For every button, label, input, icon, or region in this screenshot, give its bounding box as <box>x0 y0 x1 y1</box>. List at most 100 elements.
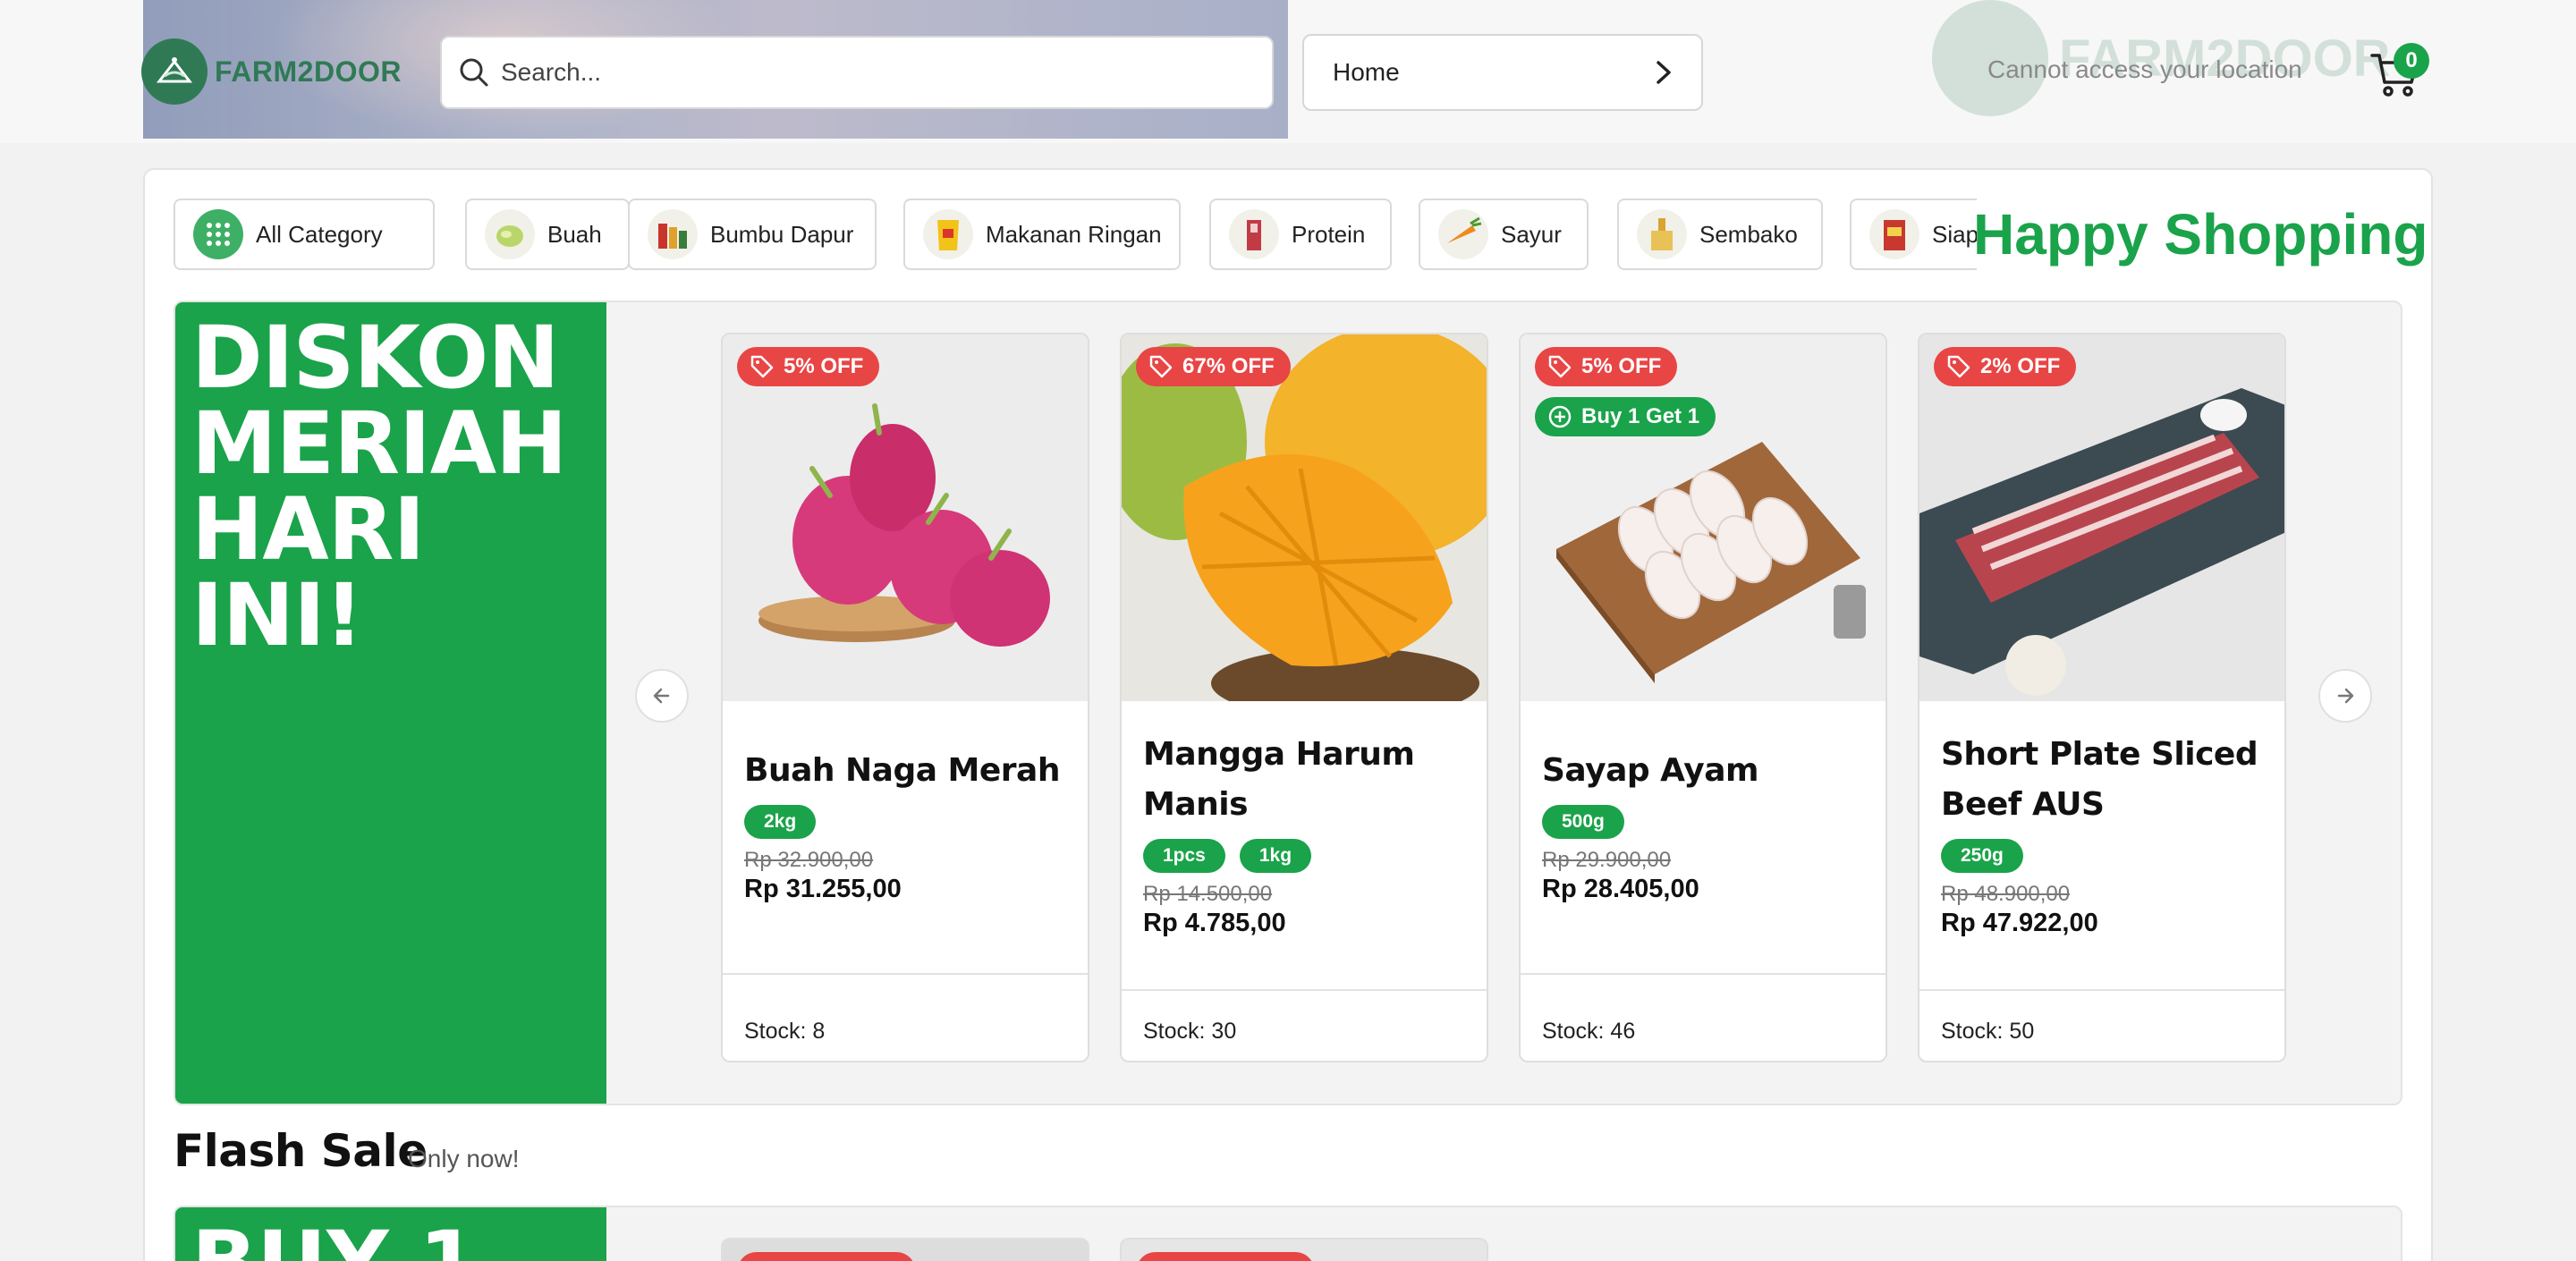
category-sembako[interactable]: Sembako <box>1617 199 1823 270</box>
card-divider <box>723 973 1088 975</box>
sale-price: Rp 31.255,00 <box>744 875 902 903</box>
discount-badge: 5% OFF <box>1535 347 1678 386</box>
arrow-left-icon <box>653 688 670 704</box>
product-name: Sayap Ayam <box>1542 752 1759 789</box>
meat-icon <box>1229 209 1279 259</box>
sale-price: Rp 47.922,00 <box>1941 909 2098 937</box>
chevron-right-icon <box>1657 61 1671 84</box>
staples-icon <box>1637 209 1687 259</box>
discount-badge: 67% OFF <box>1136 347 1291 386</box>
category-label: Makanan Ringan <box>986 220 1162 248</box>
plus-circle-icon <box>1548 405 1572 428</box>
arrow-right-icon <box>2337 688 2354 704</box>
category-label: Bumbu Dapur <box>710 220 854 248</box>
farm-logo-icon <box>141 38 208 105</box>
flash-sale-section: BUY 1 <box>174 1206 2402 1261</box>
search-bar[interactable] <box>440 36 1274 109</box>
discount-text: 5% OFF <box>784 354 864 378</box>
category-makanan-ringan[interactable]: Makanan Ringan <box>903 199 1181 270</box>
product-card[interactable] <box>1120 1238 1488 1261</box>
product-info: Sayap Ayam 500g Rp 29.900,00 Rp 28.405,0… <box>1542 746 1873 904</box>
tag-icon <box>750 355 774 378</box>
happy-shopping-text: Happy Shopping <box>1973 202 2428 267</box>
logo-text: FARM2DOOR <box>215 55 402 88</box>
tag-icon <box>1149 355 1173 378</box>
promo-title-line: HARI INI! <box>191 479 425 665</box>
carousel-next-button[interactable] <box>2318 669 2372 723</box>
category-bumbu-dapur[interactable]: Bumbu Dapur <box>628 199 877 270</box>
promo-banner: DISKON MERIAH HARI INI! <box>175 302 606 1104</box>
brand-logo[interactable]: FARM2DOOR <box>141 36 402 107</box>
category-label: Protein <box>1292 220 1366 248</box>
product-info: Short Plate Sliced Beef AUS 250g Rp 48.9… <box>1941 730 2272 938</box>
discount-text: 2% OFF <box>1980 354 2061 378</box>
discount-text: 67% OFF <box>1182 354 1275 378</box>
variant-tag[interactable]: 1kg <box>1239 839 1312 873</box>
category-label: Sembako <box>1699 220 1798 248</box>
category-sayur[interactable]: Sayur <box>1419 199 1589 270</box>
product-card[interactable]: 2% OFF Short Plate Sliced Beef AUS 250g … <box>1918 333 2286 1062</box>
cart-count-badge: 0 <box>2394 43 2429 79</box>
variant-tag[interactable]: 2kg <box>744 805 817 839</box>
chicken-wings-image <box>1521 334 1885 701</box>
card-divider <box>1122 989 1487 991</box>
category-bar: All Category Buah Bumbu Dapur Makanan Ri… <box>174 199 1977 272</box>
category-protein[interactable]: Protein <box>1209 199 1392 270</box>
original-price: Rp 14.500,00 <box>1143 882 1273 906</box>
promo-title: DISKON MERIAH HARI INI! <box>191 315 603 658</box>
category-label: All Category <box>256 220 383 248</box>
original-price: Rp 32.900,00 <box>744 848 874 872</box>
tag-icon <box>1947 355 1970 378</box>
product-name: Buah Naga Merah <box>744 752 1060 789</box>
product-card[interactable]: 5% OFF Buy 1 Get 1 Sayap Ayam 500g Rp 29… <box>1519 333 1887 1062</box>
discount-badge: 2% OFF <box>1934 347 2077 386</box>
product-card[interactable] <box>721 1238 1089 1261</box>
sale-price: Rp 28.405,00 <box>1542 875 1699 903</box>
original-price: Rp 29.900,00 <box>1542 848 1672 872</box>
flash-sale-heading: BUY 1 <box>191 1220 479 1261</box>
spice-bottles-icon <box>648 209 698 259</box>
category-buah[interactable]: Buah <box>465 199 630 270</box>
stock-text: Stock: 8 <box>744 1019 826 1044</box>
location-select-value: Home <box>1333 58 1400 86</box>
product-card[interactable]: 5% OFF Buah Naga Merah 2kg Rp 32.900,00 … <box>721 333 1089 1062</box>
product-info: Mangga Harum Manis 1pcs 1kg Rp 14.500,00… <box>1143 730 1474 938</box>
original-price: Rp 48.900,00 <box>1941 882 2071 906</box>
carousel-prev-button[interactable] <box>635 669 689 723</box>
discount-text: 5% OFF <box>1581 354 1662 378</box>
discount-badge: 5% OFF <box>737 347 880 386</box>
delivery-location-select[interactable]: Home <box>1302 34 1703 111</box>
product-card[interactable]: 67% OFF Mangga Harum Manis 1pcs 1kg Rp 1… <box>1120 333 1488 1062</box>
flash-sale-title: Flash Sale <box>174 1125 428 1177</box>
sale-price: Rp 4.785,00 <box>1143 909 1286 937</box>
promo-badge: Buy 1 Get 1 <box>1535 397 1716 436</box>
product-name: Mangga Harum Manis <box>1143 736 1415 823</box>
flash-sale-banner: BUY 1 <box>175 1207 606 1261</box>
promo-badge-text: Buy 1 Get 1 <box>1581 404 1700 428</box>
promo-section: DISKON MERIAH HARI INI! 5% OFF Buah Naga… <box>174 300 2402 1105</box>
promo-title-line: DISKON <box>191 308 560 408</box>
sliced-beef-image <box>1919 334 2284 701</box>
category-label: Buah <box>547 220 602 248</box>
discount-badge <box>737 1252 916 1261</box>
variant-tag[interactable]: 250g <box>1941 839 2023 873</box>
category-all[interactable]: All Category <box>174 199 435 270</box>
discount-badge <box>1136 1252 1315 1261</box>
card-divider <box>1919 989 2284 991</box>
stock-text: Stock: 30 <box>1143 1019 1237 1044</box>
grid-icon <box>193 209 243 259</box>
product-name: Short Plate Sliced Beef AUS <box>1941 736 2258 823</box>
category-label: Siap Saji <box>1932 220 1977 248</box>
dragon-fruit-image <box>723 334 1088 701</box>
snack-icon <box>923 209 973 259</box>
variant-tag[interactable]: 1pcs <box>1143 839 1225 873</box>
tag-icon <box>1548 355 1572 378</box>
search-input[interactable] <box>501 58 1234 87</box>
variant-tag[interactable]: 500g <box>1542 805 1624 839</box>
flash-sale-subtitle: Only now! <box>408 1145 520 1172</box>
category-siap-saji[interactable]: Siap Saji <box>1850 199 1977 270</box>
carrot-icon <box>1438 209 1488 259</box>
stock-text: Stock: 46 <box>1542 1019 1636 1044</box>
card-divider <box>1521 973 1885 975</box>
category-label: Sayur <box>1501 220 1562 248</box>
